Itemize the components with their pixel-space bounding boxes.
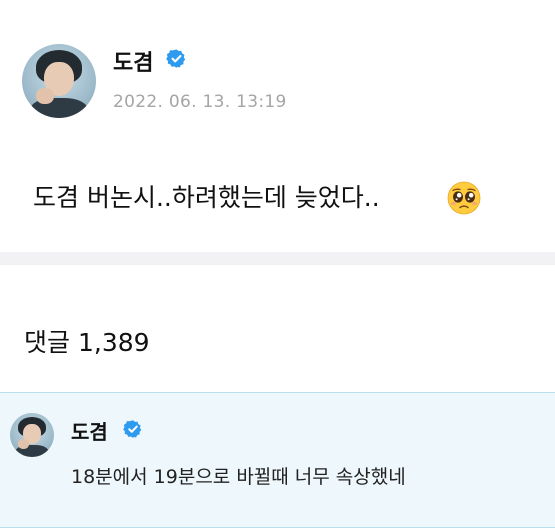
post-timestamp: 2022. 06. 13. 13:19 [113,92,287,112]
section-divider [0,252,555,265]
author-avatar[interactable] [22,44,96,118]
avatar-hand [18,439,29,449]
comment-text: 18분에서 19분으로 바뀔때 너무 속상했네 [71,466,406,488]
comment-author-avatar[interactable] [10,413,54,457]
avatar-hand [36,88,54,104]
post-text: 도겸 버논시..하려했는데 늦었다.. [33,183,380,212]
comment-author-name[interactable]: 도겸 [71,416,108,445]
verified-badge-icon [123,420,142,438]
post: 도겸 2022. 06. 13. 13:19 도겸 버논시..하려했는데 늦었다… [0,0,555,250]
comment-card[interactable]: 도겸 18분에서 19분으로 바뀔때 너무 속상했네 [0,392,555,528]
verified-badge-icon [166,49,186,68]
comment-count-number: 1,389 [78,328,150,357]
comment-count[interactable]: 댓글 1,389 [24,323,150,359]
comment-count-label: 댓글 [24,328,71,357]
author-name[interactable]: 도겸 [113,45,153,77]
pleading-face-emoji-icon [447,181,481,215]
